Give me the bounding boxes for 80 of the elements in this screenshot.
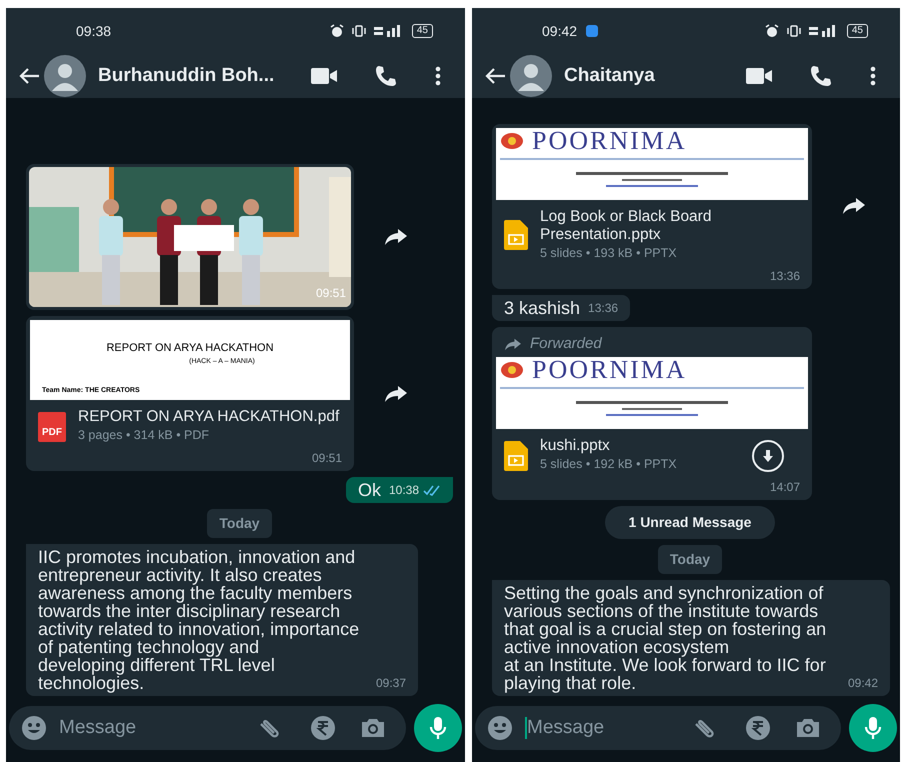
forwarded-icon xyxy=(504,338,522,350)
battery-level: 45 xyxy=(846,24,868,38)
camera-icon xyxy=(360,717,386,739)
emoji-icon xyxy=(487,715,513,741)
forward-icon xyxy=(842,197,866,216)
message-time: 13:36 xyxy=(770,268,800,285)
blurred-text-line xyxy=(622,408,682,410)
blurred-text-line xyxy=(622,179,682,181)
letterhead-title: POORNIMA xyxy=(532,128,687,154)
message-time: 09:37 xyxy=(376,675,406,692)
forward-icon xyxy=(384,384,408,403)
forward-icon xyxy=(384,228,408,246)
voice-call-icon xyxy=(375,65,397,87)
slides-icon xyxy=(504,220,528,250)
back-button[interactable] xyxy=(484,67,506,85)
message-text: 3 kashish xyxy=(504,298,580,317)
preview-title: REPORT ON ARYA HACKATHON xyxy=(105,341,275,356)
file-meta: 5 slides • 193 kB • PPTX xyxy=(540,245,678,262)
message-text: IIC promotes incubation, innovation and entrepreneur activity. It also creates awareness among the faculty members towards the inter disciplinary research activity related to innovation, importance of patenting technology and developing different TRL level technologies. xyxy=(38,548,360,692)
file-name: Log Book or Black Board Presentation.pptx xyxy=(540,208,712,244)
file-name: REPORT ON ARYA HACKATHON.pdf xyxy=(78,408,340,426)
message-time: 09:42 xyxy=(848,675,878,692)
message-field[interactable]: Message xyxy=(9,706,406,750)
message-field[interactable]: Message xyxy=(475,706,841,750)
rupee-icon xyxy=(310,715,336,741)
voice-call-icon xyxy=(810,65,832,87)
pdf-icon: PDF xyxy=(38,412,66,442)
menu-button[interactable] xyxy=(435,66,441,86)
camera-icon xyxy=(795,717,821,739)
placeholder-text: Message xyxy=(59,716,136,740)
microphone-button[interactable] xyxy=(849,704,897,752)
status-time: 09:38 xyxy=(76,22,112,40)
video-call-button[interactable] xyxy=(311,68,337,84)
file-name: kushi.pptx xyxy=(540,437,611,456)
more-icon xyxy=(870,66,876,86)
more-icon xyxy=(435,66,441,86)
date-chip: Today xyxy=(658,545,722,574)
video-call-button[interactable] xyxy=(746,68,772,84)
message-text: Setting the goals and synchronization of various sections of the institute towards that goal is a crucial step on fostering an active innovation ecosystem at an Institute. We look forward to IIC for playing that role. xyxy=(504,584,828,692)
rupee-icon xyxy=(745,715,771,741)
unread-banner: 1 Unread Message xyxy=(604,506,776,539)
message-text: Ok xyxy=(358,481,381,499)
contact-name: Chaitanya xyxy=(564,64,655,88)
avatar xyxy=(44,55,86,97)
download-button[interactable] xyxy=(752,440,784,472)
download-icon xyxy=(760,448,776,464)
message-time: 09:51 xyxy=(312,450,342,467)
slides-icon xyxy=(504,440,528,471)
letterhead-title: POORNIMA xyxy=(532,357,687,384)
alarm-icon xyxy=(330,24,344,38)
vibrate-icon xyxy=(786,25,801,37)
status-time: 09:42 xyxy=(542,22,578,40)
microphone-button[interactable] xyxy=(414,704,462,752)
message-time: 09:51 xyxy=(316,285,346,302)
battery-level: 45 xyxy=(412,24,433,38)
back-icon xyxy=(18,67,40,85)
menu-button[interactable] xyxy=(870,66,876,86)
file-meta: 5 slides • 192 kB • PPTX xyxy=(540,456,678,474)
message-time: 13:36 xyxy=(588,300,618,317)
contact-name: Burhanuddin Boh... xyxy=(98,64,274,88)
mic-icon xyxy=(429,716,447,740)
emoji-icon xyxy=(21,715,47,741)
back-button[interactable] xyxy=(18,67,40,85)
vibrate-icon xyxy=(352,25,366,37)
mic-icon xyxy=(864,716,882,740)
emblem-icon xyxy=(500,361,524,380)
message-time: 14:07 xyxy=(770,479,800,496)
file-meta: 3 pages • 314 kB • PDF xyxy=(78,427,210,444)
alarm-icon xyxy=(764,24,779,38)
video-call-icon xyxy=(311,68,337,84)
voice-call-button[interactable] xyxy=(810,65,832,87)
back-icon xyxy=(484,67,506,85)
message-time: 10:38 xyxy=(388,482,419,499)
date-chip: Today xyxy=(207,509,272,538)
voice-call-button[interactable] xyxy=(375,65,397,87)
avatar xyxy=(510,55,552,97)
video-call-icon xyxy=(746,68,772,84)
emblem-icon xyxy=(500,132,524,150)
forwarded-label: Forwarded xyxy=(530,334,602,354)
placeholder-text: Message xyxy=(527,716,604,740)
